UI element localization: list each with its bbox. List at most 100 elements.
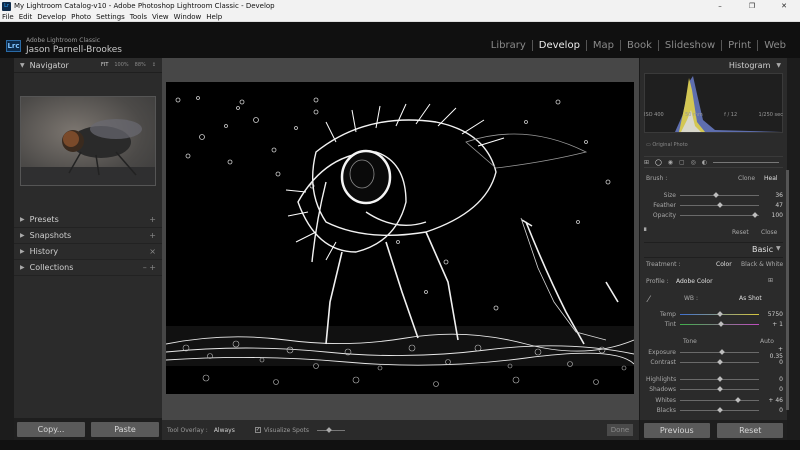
module-map[interactable]: Map [587, 40, 622, 51]
red-eye-tool-icon[interactable]: ◉ [668, 159, 673, 166]
feather-value[interactable]: 47 [765, 202, 783, 209]
nav-zoom-100[interactable]: 100% [114, 62, 128, 68]
slider-knob[interactable] [716, 202, 723, 208]
highlights-value[interactable]: 0 [765, 376, 783, 383]
feather-slider[interactable] [680, 202, 759, 208]
profile-select[interactable]: Adobe Color [676, 278, 713, 285]
filmstrip-edge[interactable] [0, 440, 800, 450]
slider-knob[interactable] [716, 386, 723, 392]
menu-window[interactable]: Window [174, 13, 202, 21]
temp-slider[interactable] [680, 311, 759, 317]
menu-settings[interactable]: Settings [96, 13, 125, 21]
opacity-value[interactable]: 100 [765, 212, 783, 219]
histogram-graph[interactable] [644, 73, 783, 133]
module-book[interactable]: Book [621, 40, 659, 51]
done-button[interactable]: Done [607, 424, 633, 436]
opacity-slider[interactable] [680, 212, 759, 218]
module-print[interactable]: Print [722, 40, 759, 51]
minimize-button[interactable]: – [704, 0, 736, 12]
blacks-value[interactable]: 0 [765, 407, 783, 414]
menu-edit[interactable]: Edit [19, 13, 33, 21]
wb-select[interactable]: As Shot [739, 295, 762, 302]
navigator-preview[interactable] [20, 96, 156, 186]
paste-settings-button[interactable]: Paste [91, 421, 159, 437]
history-header[interactable]: ▶ History × [14, 244, 162, 260]
slider-knob[interactable] [716, 376, 723, 382]
add-snapshot-icon[interactable]: + [149, 231, 156, 240]
slider-knob[interactable] [716, 407, 723, 413]
module-library[interactable]: Library [485, 40, 533, 51]
visualize-spots-checkbox[interactable]: ✓ [254, 427, 261, 433]
expand-triangle-icon[interactable]: ▶ [20, 248, 25, 255]
treatment-bw-option[interactable]: Black & White [741, 261, 783, 268]
brush-reset-button[interactable]: Reset [732, 229, 749, 236]
slider-knob[interactable] [716, 359, 723, 365]
collapse-triangle-icon[interactable]: ▼ [776, 245, 781, 252]
slider-knob[interactable] [712, 192, 719, 198]
highlights-slider[interactable] [680, 376, 759, 382]
brush-pin-icon[interactable]: ▘ [644, 228, 649, 235]
whites-slider[interactable] [680, 397, 759, 403]
menu-help[interactable]: Help [206, 13, 222, 21]
collapse-triangle-icon[interactable]: ▼ [776, 62, 781, 69]
close-window-button[interactable]: ✕ [768, 0, 800, 12]
menu-view[interactable]: View [152, 13, 169, 21]
basic-title[interactable]: Basic [752, 245, 773, 254]
left-panel-edge[interactable] [0, 58, 14, 440]
size-slider[interactable] [680, 192, 759, 198]
nav-zoom-88[interactable]: 88% [135, 62, 146, 68]
menu-tools[interactable]: Tools [130, 13, 147, 21]
whites-value[interactable]: + 46 [765, 397, 783, 404]
menu-photo[interactable]: Photo [71, 13, 91, 21]
brush-mode-heal[interactable]: Heal [764, 175, 778, 182]
module-slideshow[interactable]: Slideshow [659, 40, 723, 51]
slider-knob[interactable] [734, 397, 741, 403]
white-balance-picker-icon[interactable]: ⁄ [648, 295, 650, 305]
histogram-header[interactable]: Histogram ▼ [640, 58, 787, 73]
collection-actions-icon[interactable]: – + [143, 263, 156, 272]
slider-knob[interactable] [716, 311, 723, 317]
graduated-filter-icon[interactable]: ▢ [679, 159, 685, 166]
slider-knob[interactable] [718, 321, 724, 327]
tint-value[interactable]: + 1 [765, 321, 783, 328]
snapshots-header[interactable]: ▶ Snapshots + [14, 228, 162, 244]
brush-mode-clone[interactable]: Clone [738, 175, 755, 182]
shadows-slider[interactable] [680, 386, 759, 392]
profile-browser-icon[interactable]: ⊞ [768, 277, 773, 284]
reset-button[interactable]: Reset [717, 422, 784, 438]
previous-button[interactable]: Previous [643, 422, 710, 438]
menu-develop[interactable]: Develop [37, 13, 66, 21]
contrast-slider[interactable] [680, 359, 759, 365]
treatment-color-option[interactable]: Color [716, 261, 732, 268]
exposure-slider[interactable] [680, 349, 759, 355]
radial-filter-icon[interactable]: ◎ [691, 159, 696, 166]
contrast-value[interactable]: 0 [765, 359, 783, 366]
slider-knob[interactable] [752, 212, 758, 218]
slider-knob[interactable] [719, 349, 725, 355]
add-preset-icon[interactable]: + [149, 215, 156, 224]
nav-zoom-fit[interactable]: FIT [101, 62, 108, 68]
brush-close-button[interactable]: Close [761, 229, 777, 236]
menu-file[interactable]: File [2, 13, 14, 21]
blacks-slider[interactable] [680, 407, 759, 413]
expand-triangle-icon[interactable]: ▶ [20, 232, 25, 239]
temp-value[interactable]: 5750 [765, 311, 783, 318]
tool-overlay-select[interactable]: Always [214, 427, 235, 434]
clear-history-icon[interactable]: × [149, 247, 156, 256]
tint-slider[interactable] [680, 321, 759, 327]
original-photo-toggle[interactable]: ▭ Original Photo [646, 142, 688, 148]
presets-header[interactable]: ▶ Presets + [14, 212, 162, 228]
adjustment-brush-icon[interactable]: ◐ [702, 159, 707, 166]
right-panel-scrollbar[interactable] [786, 170, 789, 410]
expand-triangle-icon[interactable]: ▶ [20, 216, 25, 223]
crop-tool-icon[interactable]: ⊞ [644, 159, 649, 166]
restore-button[interactable]: ❐ [736, 0, 768, 12]
visualize-threshold-slider[interactable] [316, 429, 345, 431]
collections-header[interactable]: ▶ Collections – + [14, 260, 162, 276]
collapse-triangle-icon[interactable]: ▼ [20, 62, 25, 69]
module-web[interactable]: Web [758, 40, 792, 51]
module-develop[interactable]: Develop [533, 40, 587, 51]
expand-triangle-icon[interactable]: ▶ [20, 264, 25, 271]
copy-settings-button[interactable]: Copy... [17, 421, 85, 437]
size-value[interactable]: 36 [765, 192, 783, 199]
